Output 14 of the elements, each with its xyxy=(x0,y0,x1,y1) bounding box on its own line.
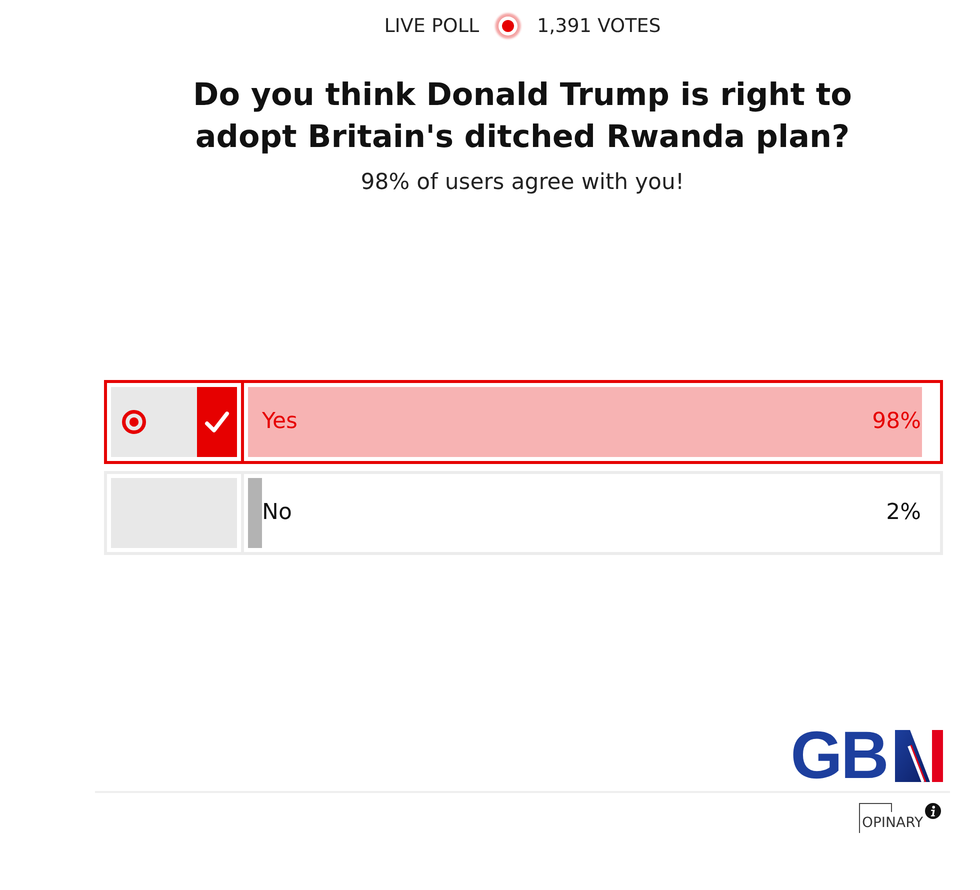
info-icon[interactable] xyxy=(925,803,941,819)
live-poll-label: LIVE POLL xyxy=(384,14,480,39)
vote-count: 1,391 VOTES xyxy=(537,14,661,39)
poll-option[interactable]: No 2% xyxy=(104,471,943,555)
option-percent: 2% xyxy=(886,499,921,527)
option-percent: 98% xyxy=(872,408,921,436)
opinary-logo[interactable]: OPINARY xyxy=(858,803,923,833)
logo-text: GB xyxy=(790,730,887,782)
option-label: Yes xyxy=(262,408,298,436)
live-dot-icon xyxy=(493,11,524,41)
poll-question: Do you think Donald Trump is right to adopt Britain's ditched Rwanda plan? xyxy=(192,76,853,157)
logo-mark-icon xyxy=(895,730,943,782)
result-message: 98% of users agree with you! xyxy=(360,169,686,197)
option-label: No xyxy=(262,499,292,527)
